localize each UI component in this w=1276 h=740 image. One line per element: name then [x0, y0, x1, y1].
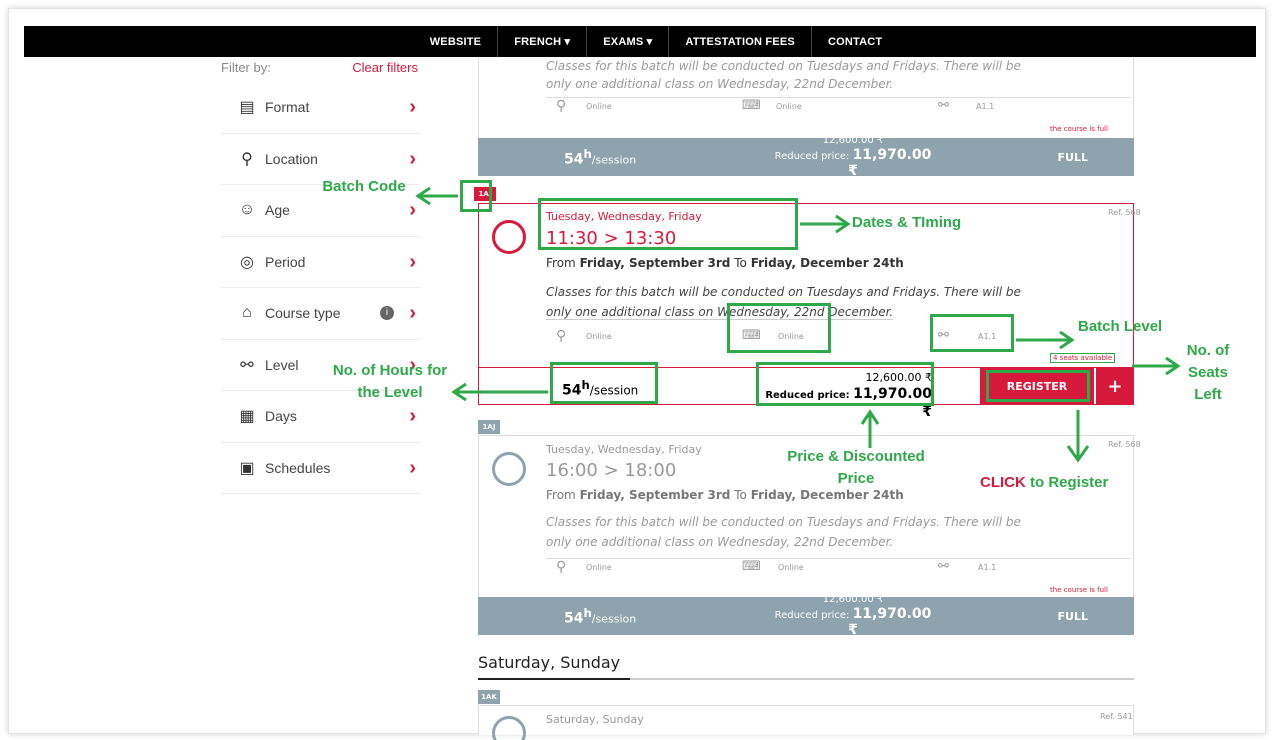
arrow-batch-code [415, 186, 458, 206]
annotation-arrows [415, 186, 1181, 463]
screenshot-root: WEBSITE FRENCH ▾ EXAMS ▾ ATTESTATION FEE… [0, 0, 1276, 740]
arrow-hours [451, 382, 548, 402]
arrow-price [860, 409, 880, 448]
arrow-seats [1132, 356, 1181, 376]
arrow-register [1066, 410, 1090, 463]
arrow-dates [800, 214, 851, 234]
arrow-level [1016, 330, 1075, 350]
